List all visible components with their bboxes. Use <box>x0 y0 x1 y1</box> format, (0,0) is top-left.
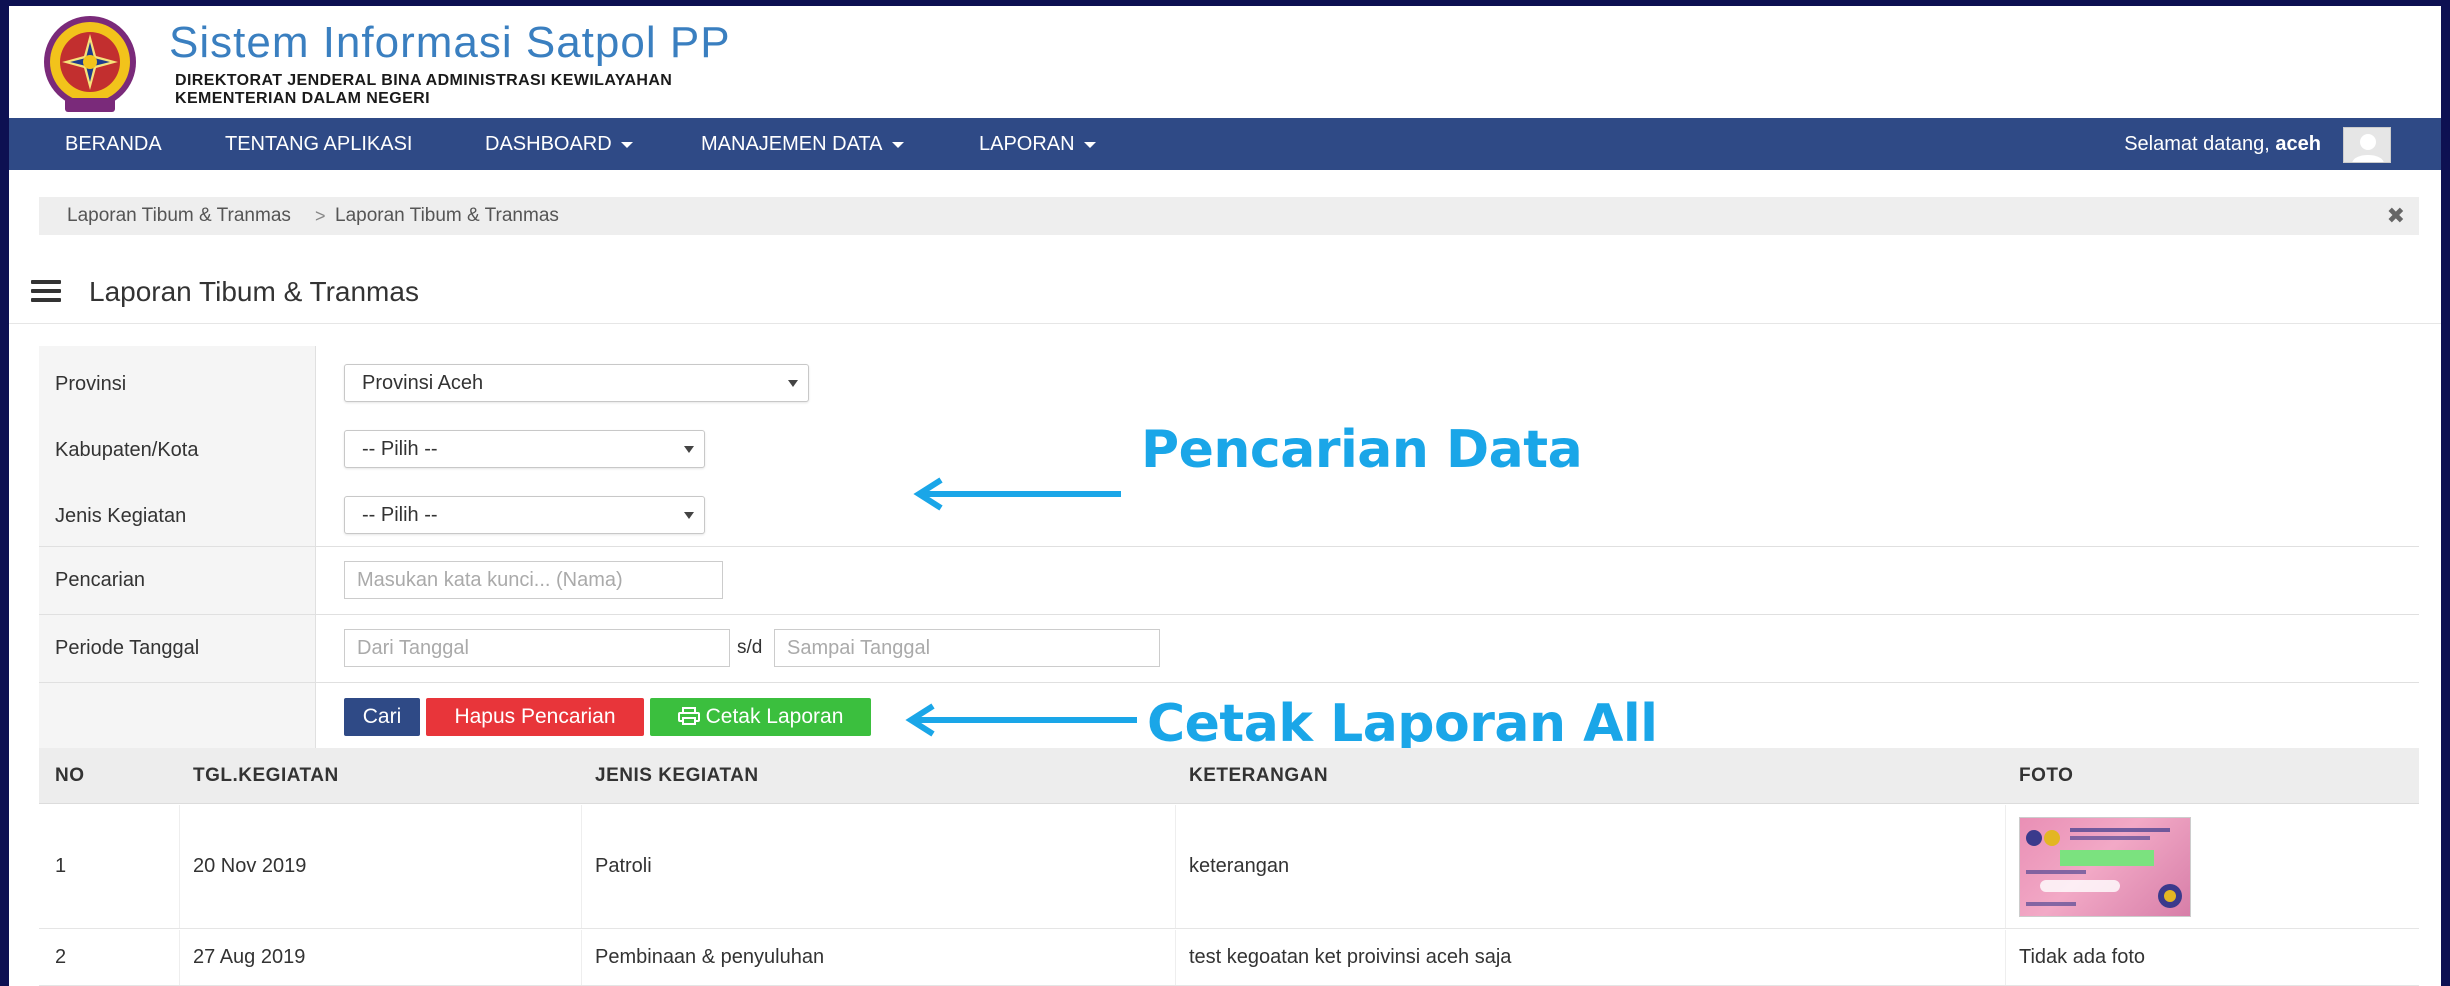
column-header-keterangan: KETERANGAN <box>1189 765 1329 786</box>
label-column <box>39 683 316 748</box>
print-report-label: Cetak Laporan <box>705 705 844 728</box>
annotation-print-all: Cetak Laporan All <box>1147 694 1658 754</box>
date-to-input[interactable]: Sampai Tanggal <box>774 629 1160 667</box>
search-input[interactable]: Masukan kata kunci... (Nama) <box>344 561 723 599</box>
avatar[interactable] <box>2343 127 2391 163</box>
dropdown-arrow-icon <box>684 446 694 453</box>
photo-thumbnail[interactable] <box>2019 817 2191 917</box>
breadcrumb-separator: > <box>315 206 326 226</box>
app-subtitle-ministry: KEMENTERIAN DALAM NEGERI <box>175 90 430 107</box>
nav-item-label: TENTANG APLIKASI <box>225 133 413 155</box>
nav-item-label: LAPORAN <box>979 133 1075 155</box>
cell-keterangan: test kegoatan ket proivinsi aceh saja <box>1189 946 1512 968</box>
nav-item-label: MANAJEMEN DATA <box>701 133 883 155</box>
welcome-prefix: Selamat datang, <box>2124 133 2270 155</box>
cell-no: 2 <box>55 946 67 968</box>
page-frame: Sistem Informasi Satpol PP DIREKTORAT JE… <box>9 6 2441 986</box>
cell-no: 1 <box>55 855 67 877</box>
column-header-tgl-kegiatan: TGL.KEGIATAN <box>193 765 339 786</box>
breadcrumb-item-current: Laporan Tibum & Tranmas <box>335 205 559 226</box>
table-row: 1 20 Nov 2019 Patroli keterangan <box>39 805 2419 929</box>
column-header-no: NO <box>55 765 85 786</box>
dropdown-arrow-icon <box>788 380 798 387</box>
cell-jenis-kegiatan: Pembinaan & penyuluhan <box>595 946 825 968</box>
column-header-foto: FOTO <box>2019 765 2074 786</box>
breadcrumb-item-parent[interactable]: Laporan Tibum & Tranmas <box>67 197 291 235</box>
kabupaten-label: Kabupaten/Kota <box>55 439 199 461</box>
provinsi-label: Provinsi <box>55 373 127 395</box>
left-arrow-icon <box>913 477 1121 511</box>
caret-down-icon <box>1083 141 1096 148</box>
hamburger-menu-icon[interactable] <box>31 280 61 302</box>
cell-tgl-kegiatan: 27 Aug 2019 <box>193 946 306 968</box>
column-divider <box>581 930 582 985</box>
app-subtitle-directorate: DIREKTORAT JENDERAL BINA ADMINISTRASI KE… <box>175 72 673 89</box>
date-from-input[interactable]: Dari Tanggal <box>344 629 730 667</box>
app-header: Sistem Informasi Satpol PP DIREKTORAT JE… <box>9 6 2441 118</box>
column-divider <box>179 930 180 985</box>
printer-icon <box>677 707 700 725</box>
jenis-kegiatan-select-value: -- Pilih -- <box>362 504 438 526</box>
form-group-periode: Periode Tanggal Dari Tanggal s/d Sampai … <box>39 615 2419 682</box>
nav-item-dashboard[interactable]: DASHBOARD <box>485 118 633 170</box>
welcome-message[interactable]: Selamat datang, aceh <box>2124 118 2321 170</box>
table-row: 2 27 Aug 2019 Pembinaan & penyuluhan tes… <box>39 930 2419 986</box>
print-report-button[interactable]: Cetak Laporan <box>650 698 871 736</box>
nav-item-label: DASHBOARD <box>485 133 612 155</box>
column-divider <box>581 805 582 928</box>
column-divider <box>1175 930 1176 985</box>
username: aceh <box>2275 133 2321 155</box>
breadcrumb: Laporan Tibum & Tranmas > Laporan Tibum … <box>39 197 2419 235</box>
user-silhouette-icon <box>2352 134 2384 162</box>
nav-item-beranda[interactable]: BERANDA <box>65 118 162 170</box>
cell-jenis-kegiatan: Patroli <box>595 855 652 877</box>
main-navbar: BERANDA TENTANG APLIKASI DASHBOARD MANAJ… <box>9 118 2441 170</box>
annotation-search-data: Pencarian Data <box>1141 420 1583 480</box>
photo-image <box>2026 828 2182 908</box>
form-group-pencarian: Pencarian Masukan kata kunci... (Nama) <box>39 547 2419 614</box>
app-title: Sistem Informasi Satpol PP <box>169 18 731 67</box>
column-divider <box>2005 930 2006 985</box>
nav-item-manajemen-data[interactable]: MANAJEMEN DATA <box>701 118 904 170</box>
date-range-separator: s/d <box>737 637 763 658</box>
jenis-kegiatan-select[interactable]: -- Pilih -- <box>344 496 705 534</box>
left-arrow-icon <box>905 703 1137 737</box>
kabupaten-select-value: -- Pilih -- <box>362 438 438 460</box>
column-header-jenis-kegiatan: JENIS KEGIATAN <box>595 765 759 786</box>
provinsi-select[interactable]: Provinsi Aceh <box>344 364 809 402</box>
periode-tanggal-label: Periode Tanggal <box>55 637 200 659</box>
jenis-kegiatan-label: Jenis Kegiatan <box>55 505 187 527</box>
column-divider <box>2005 805 2006 928</box>
caret-down-icon <box>891 141 904 148</box>
pencarian-label: Pencarian <box>55 569 146 591</box>
page-title: Laporan Tibum & Tranmas <box>89 276 419 307</box>
cell-foto: Tidak ada foto <box>2019 946 2146 968</box>
cell-keterangan: keterangan <box>1189 855 1290 877</box>
caret-down-icon <box>620 141 633 148</box>
nav-item-laporan[interactable]: LAPORAN <box>979 118 1096 170</box>
clear-search-button[interactable]: Hapus Pencarian <box>426 698 644 736</box>
kabupaten-select[interactable]: -- Pilih -- <box>344 430 705 468</box>
column-divider <box>179 805 180 928</box>
column-divider <box>1175 805 1176 928</box>
nav-item-label: BERANDA <box>65 133 162 155</box>
dropdown-arrow-icon <box>684 512 694 519</box>
cell-tgl-kegiatan: 20 Nov 2019 <box>193 855 307 877</box>
page-title-row: Laporan Tibum & Tranmas <box>9 256 2441 324</box>
provinsi-select-value: Provinsi Aceh <box>362 372 484 394</box>
nav-item-tentang-aplikasi[interactable]: TENTANG APLIKASI <box>225 118 412 170</box>
close-icon[interactable]: ✖ <box>2387 197 2405 235</box>
search-button[interactable]: Cari <box>344 698 420 736</box>
report-table-header: NO TGL.KEGIATAN JENIS KEGIATAN KETERANGA… <box>39 748 2419 804</box>
satpol-pp-logo <box>44 16 136 112</box>
